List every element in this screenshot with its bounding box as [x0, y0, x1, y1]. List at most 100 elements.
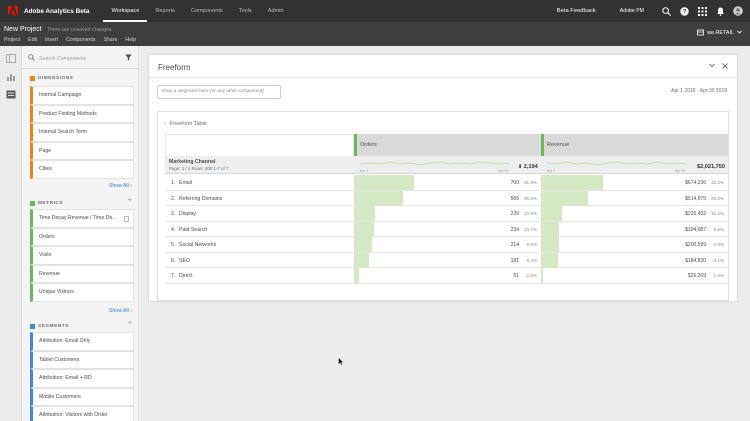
nav-components[interactable]: Components	[183, 0, 231, 22]
beta-feedback-link[interactable]: Beta Feedback	[557, 8, 596, 14]
revenue-cell[interactable]: $226,452 11.2%	[541, 206, 728, 222]
filter-icon[interactable]	[125, 54, 132, 63]
revenue-value: $184,830	[685, 257, 706, 264]
column-header-orders[interactable]: Orders	[354, 134, 541, 156]
panel-header-divider	[149, 77, 737, 78]
metric-item[interactable]: Orders	[30, 227, 134, 246]
metrics-header: METRICS	[30, 201, 63, 206]
row-number: 6.	[171, 257, 176, 264]
rows-per-page-select[interactable]: 400	[205, 166, 212, 171]
menu-edit[interactable]: Edit	[28, 37, 37, 43]
revenue-value: $226,452	[685, 211, 706, 217]
panels-icon[interactable]	[6, 54, 16, 63]
segment-item[interactable]: Attribution: Visitors with Order	[30, 406, 134, 421]
app-grid-icon[interactable]	[696, 5, 708, 17]
revenue-cell[interactable]: $674,236 33.3%	[541, 175, 728, 191]
search-icon[interactable]	[660, 5, 672, 17]
table-row[interactable]: 5. Social Networks 214 9.8% $200,599 9.9%	[165, 237, 728, 253]
project-name[interactable]: New Project	[4, 26, 42, 33]
revenue-cell[interactable]: $514,675 25.5%	[541, 190, 728, 207]
column-header-revenue[interactable]: Revenue	[541, 134, 728, 156]
segment-item[interactable]: Mobile Customers	[30, 387, 134, 406]
orders-cell[interactable]: 700 31.9%	[354, 175, 541, 191]
table-row[interactable]: 4. Paid Search 234 10.7% $194,687 9.6%	[165, 221, 728, 238]
table-row[interactable]: 2. Referring Domains 565 25.8% $514,675 25.5%	[165, 190, 728, 207]
dimension-item[interactable]: Product Finding Methods	[30, 104, 134, 123]
revenue-percent: 33.3%	[710, 180, 724, 185]
row-label[interactable]: Email	[179, 180, 192, 186]
nav-tools[interactable]: Tools	[231, 0, 260, 22]
download-icon: ⬇	[518, 164, 523, 170]
panel-title[interactable]: Freeform	[158, 63, 190, 72]
dimension-item[interactable]: Cities	[30, 160, 134, 179]
help-icon[interactable]: ?	[678, 5, 690, 17]
row-number: 7.	[171, 273, 176, 279]
orders-cell[interactable]: 239 10.9%	[354, 206, 541, 222]
org-name[interactable]: Adobe PM	[620, 8, 644, 14]
segment-item[interactable]: Tablet Customers	[30, 350, 134, 369]
metric-item[interactable]: Time Decay Revenue / Time De...	[30, 209, 134, 228]
revenue-value: $674,236	[685, 180, 706, 186]
menu-insert[interactable]: Insert	[45, 37, 58, 43]
unsaved-status: There are unsaved changes	[47, 27, 112, 33]
nav-reports[interactable]: Reports	[147, 0, 183, 22]
orders-cell[interactable]: 61 2.8%	[354, 268, 541, 284]
metric-item[interactable]: Unique Visitors	[30, 283, 134, 302]
orders-bar	[354, 237, 373, 252]
menu-help[interactable]: Help	[125, 37, 136, 43]
add-metric-icon[interactable]: +	[128, 197, 132, 204]
dimension-item[interactable]: Internal Campaign	[30, 86, 134, 105]
show-all-label: Show All	[108, 183, 129, 189]
table-row[interactable]: 7. Direct 61 2.8% $26,269 1.3%	[165, 268, 728, 284]
orders-cell[interactable]: 565 25.8%	[354, 190, 541, 207]
orders-percent: 10.7%	[523, 226, 537, 232]
row-label[interactable]: Direct	[179, 273, 193, 279]
menu-project[interactable]: Project	[4, 37, 20, 43]
components-icon[interactable]	[6, 90, 16, 99]
row-label[interactable]: SEO	[179, 258, 190, 264]
table-title[interactable]: › Freeform Table	[164, 121, 207, 127]
report-suite-selector[interactable]: we.RETAIL	[697, 29, 742, 36]
dimensions-show-all[interactable]: Show All ›	[109, 183, 132, 189]
segment-item[interactable]: Attribution: Email + RD	[30, 369, 134, 388]
dimension-item[interactable]: Internal Search Term	[30, 123, 134, 142]
revenue-cell[interactable]: $26,269 1.3%	[541, 268, 728, 284]
component-search[interactable]: Search Components	[28, 53, 132, 64]
row-label[interactable]: Referring Domains	[179, 196, 222, 202]
dimension-item[interactable]: Page	[30, 141, 134, 160]
notifications-bell-icon[interactable]	[714, 5, 726, 17]
close-icon[interactable]	[722, 63, 728, 71]
top-navigation: Workspace Reports Components Tools Admin	[103, 0, 291, 22]
table-row[interactable]: 1. Email 700 31.9% $674,236 33.3%	[165, 175, 728, 191]
dimensions-title: DIMENSIONS	[38, 76, 74, 81]
nav-workspace[interactable]: Workspace	[103, 0, 148, 22]
segment-drop-zone[interactable]: Drop a Segment Here (or any other compon…	[157, 85, 281, 99]
metric-item[interactable]: Visits	[30, 246, 134, 265]
collapse-chevron-icon[interactable]	[709, 63, 715, 70]
orders-cell[interactable]: 234 10.7%	[354, 221, 541, 238]
search-input[interactable]: Search Components	[39, 56, 86, 62]
metrics-show-all[interactable]: Show All ›	[109, 308, 132, 314]
row-label[interactable]: Paid Search	[179, 227, 207, 233]
row-number: 2.	[171, 195, 176, 202]
user-avatar-icon[interactable]	[732, 5, 744, 17]
nav-admin[interactable]: Admin	[260, 0, 292, 22]
row-label[interactable]: Display	[179, 211, 196, 217]
menu-components[interactable]: Components	[66, 37, 95, 43]
add-segment-icon[interactable]: +	[128, 320, 132, 327]
table-row[interactable]: 3. Display 239 10.9% $226,452 11.2%	[165, 206, 728, 222]
menu-share[interactable]: Share	[104, 37, 118, 43]
metric-item[interactable]: Revenue	[30, 264, 134, 283]
revenue-cell[interactable]: $194,687 9.6%	[541, 221, 728, 238]
row-label[interactable]: Social Networks	[179, 242, 216, 248]
visualizations-icon[interactable]	[6, 72, 16, 81]
dimension-name[interactable]: Marketing Channel	[169, 159, 215, 165]
revenue-cell[interactable]: $184,830 9.1%	[541, 252, 728, 269]
table-row[interactable]: 6. SEO 181 8.2% $184,830 9.1%	[165, 252, 728, 269]
segment-item[interactable]: Attribution: Email Only	[30, 332, 134, 351]
orders-cell[interactable]: 214 9.8%	[354, 237, 541, 253]
adobe-logo-icon[interactable]	[8, 6, 18, 16]
revenue-cell[interactable]: $200,599 9.9%	[541, 237, 728, 253]
orders-cell[interactable]: 181 8.2%	[354, 252, 541, 269]
date-range[interactable]: Apr 1 2018 - Apr 30 2018	[671, 88, 727, 94]
